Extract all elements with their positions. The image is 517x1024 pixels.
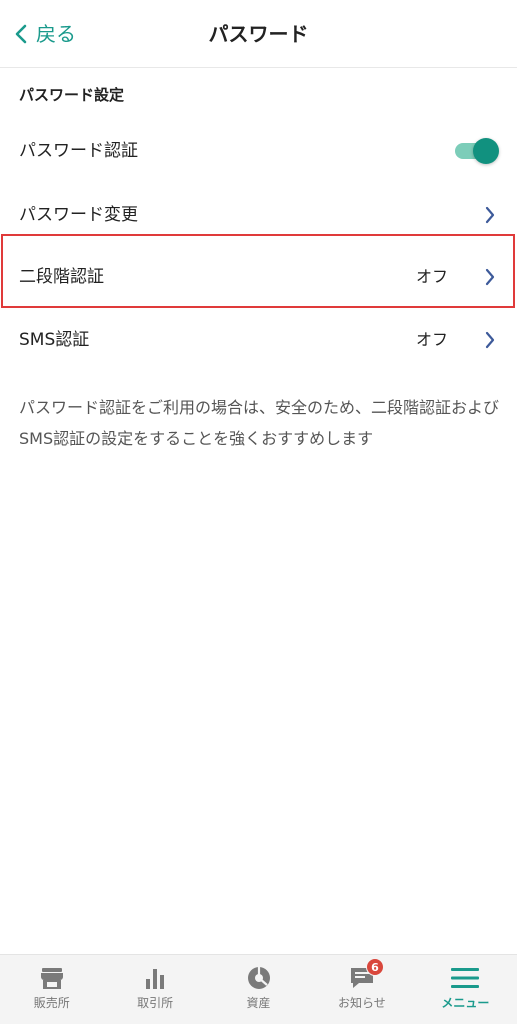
nav-label-menu: メニュー: [441, 996, 490, 1010]
password-auth-label: パスワード認証: [19, 141, 138, 161]
section-heading: パスワード設定: [19, 86, 125, 104]
header: 戻る パスワード: [0, 0, 517, 68]
nav-label-sales: 販売所: [33, 996, 70, 1010]
bar-chart-icon: [143, 965, 167, 991]
password-settings-screen: 戻る パスワード パスワード設定 パスワード認証 パスワード変更 二段階認証 オ…: [0, 0, 517, 1024]
sms-auth-row[interactable]: SMS認証 オフ: [0, 309, 517, 371]
password-auth-toggle[interactable]: [453, 137, 499, 165]
sms-auth-label: SMS認証: [19, 330, 90, 350]
bottom-nav: 販売所 取引所 資産 6 お知らせ メニュー: [0, 954, 517, 1024]
store-icon: [39, 965, 65, 991]
chevron-right-icon: [485, 331, 495, 349]
nav-item-menu[interactable]: メニュー: [414, 955, 517, 1024]
nav-label-exchange: 取引所: [137, 996, 174, 1010]
notification-badge: 6: [365, 958, 384, 976]
sms-auth-status: オフ: [415, 330, 448, 349]
two-factor-auth-label: 二段階認証: [19, 267, 104, 287]
password-change-row[interactable]: パスワード変更: [0, 184, 517, 246]
nav-item-sales[interactable]: 販売所: [0, 955, 103, 1024]
chevron-right-icon: [485, 206, 495, 224]
two-factor-auth-status: オフ: [415, 267, 448, 286]
nav-item-assets[interactable]: 資産: [207, 955, 310, 1024]
toggle-knob: [473, 138, 499, 164]
nav-item-exchange[interactable]: 取引所: [103, 955, 206, 1024]
page-title: パスワード: [208, 22, 309, 46]
message-icon: 6: [349, 958, 384, 991]
password-auth-row: パスワード認証: [0, 120, 517, 182]
security-note: パスワード認証をご利用の場合は、安全のため、二段階認証およびSMS認証の設定をす…: [19, 398, 500, 448]
nav-label-notices: お知らせ: [338, 996, 386, 1010]
nav-label-assets: 資産: [246, 996, 271, 1010]
menu-icon: [450, 965, 480, 991]
two-factor-auth-row[interactable]: 二段階認証 オフ: [0, 246, 517, 308]
password-change-label: パスワード変更: [19, 205, 138, 225]
nav-item-notices[interactable]: 6 お知らせ: [310, 955, 413, 1024]
pie-chart-icon: [246, 965, 272, 991]
chevron-right-icon: [485, 268, 495, 286]
